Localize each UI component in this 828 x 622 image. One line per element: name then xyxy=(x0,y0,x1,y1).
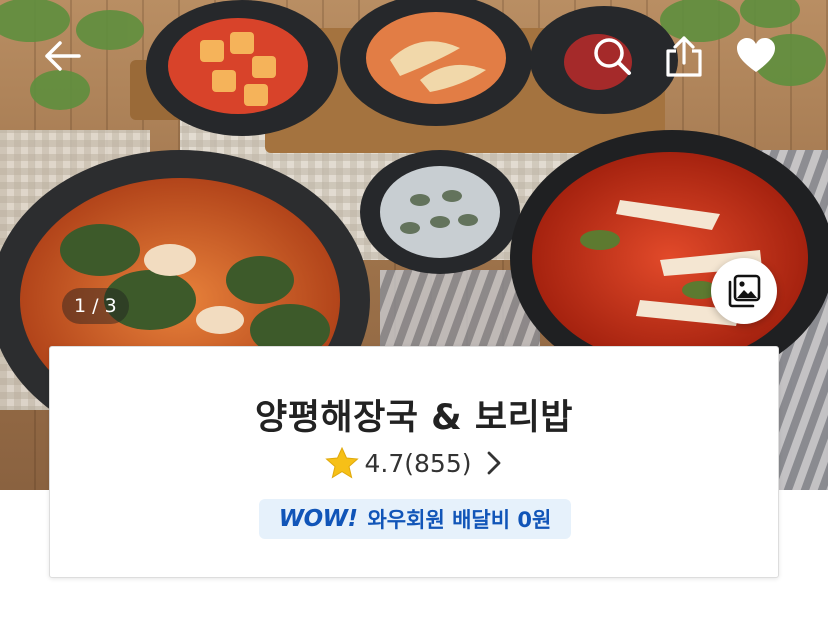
search-button[interactable] xyxy=(584,28,640,84)
share-icon xyxy=(666,36,702,77)
image-counter: 1 / 3 xyxy=(62,288,129,324)
search-icon xyxy=(594,38,631,75)
star-icon xyxy=(324,447,359,479)
chevron-right-icon xyxy=(487,451,500,475)
photo-gallery-icon xyxy=(728,274,761,308)
store-info-card: 양평해장국 & 보리밥 4.7 (855) WOW! 와우회원 배달비 0원 xyxy=(49,346,779,578)
store-name: 양평해장국 & 보리밥 xyxy=(255,398,573,438)
wow-logo: WOW! xyxy=(278,506,358,532)
arrow-left-icon xyxy=(45,41,81,71)
wow-delivery-text: 와우회원 배달비 0원 xyxy=(367,508,552,532)
rating-value: 4.7 xyxy=(364,448,405,478)
review-count: (855) xyxy=(404,448,472,478)
rating-reviews-link[interactable]: 4.7 (855) xyxy=(50,447,778,479)
favorite-button[interactable] xyxy=(728,28,784,84)
photo-gallery-button[interactable] xyxy=(711,258,777,324)
back-button[interactable] xyxy=(34,28,90,84)
wow-membership-badge: WOW! 와우회원 배달비 0원 xyxy=(259,499,571,539)
heart-icon xyxy=(737,38,775,72)
share-button[interactable] xyxy=(656,28,712,84)
